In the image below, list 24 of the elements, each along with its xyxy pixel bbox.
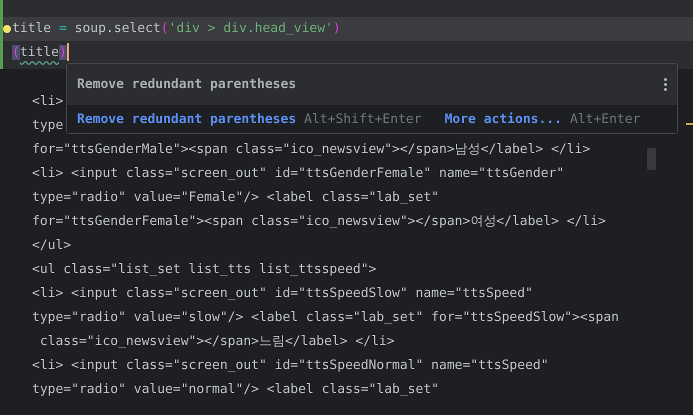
- code-line: type="radio" value="normal"/> <label class="lab_set": [32, 381, 439, 399]
- code-line: for="ttsGenderMale"><span class="ico_newsview"></span>남성</label> </li>: [32, 141, 590, 159]
- code-line: <li>: [32, 93, 64, 111]
- popup-title: Remove redundant parentheses: [77, 77, 296, 92]
- code-line: for="ttsGenderFemale"><span class="ico_newsview"></span>여성</label> </li>: [32, 213, 606, 231]
- code-line: class="ico_newsview"></span>느림</label> </li>: [38, 333, 395, 351]
- code-line: (title): [12, 42, 70, 64]
- action-link[interactable]: Remove redundant parentheses: [77, 112, 296, 126]
- more-options-icon[interactable]: [664, 78, 667, 91]
- code-line: </ul>: [32, 237, 72, 255]
- warning-marker[interactable]: [686, 123, 693, 125]
- code-line: type: [32, 117, 64, 135]
- shortcut-hint: Alt+Shift+Enter: [304, 112, 422, 126]
- code-line: type="radio" value="Female"/> <label class="lab_set": [32, 189, 439, 207]
- action-link[interactable]: More actions...: [444, 112, 562, 126]
- lightbulb-icon[interactable]: [3, 25, 11, 33]
- code-line: <li> <input class="screen_out" id="ttsSpeedSlow" name="ttsSpeed": [32, 285, 533, 303]
- shortcut-hint: Alt+Enter: [570, 112, 640, 126]
- code-line: <ul class="list_set list_tts list_ttsspeed">: [32, 261, 376, 279]
- code-line: type="radio" value="slow"/> <label class="lab_set" for="ttsSpeedSlow"><span: [32, 309, 619, 327]
- scrollbar-thumb[interactable]: [647, 148, 656, 170]
- text-cursor: [66, 43, 69, 62]
- code-line: <li> <input class="screen_out" id="ttsGenderFemale" name="ttsGender": [32, 165, 564, 183]
- code-line: <li> <input class="screen_out" id="ttsSpeedNormal" name="ttsSpeed": [32, 357, 549, 375]
